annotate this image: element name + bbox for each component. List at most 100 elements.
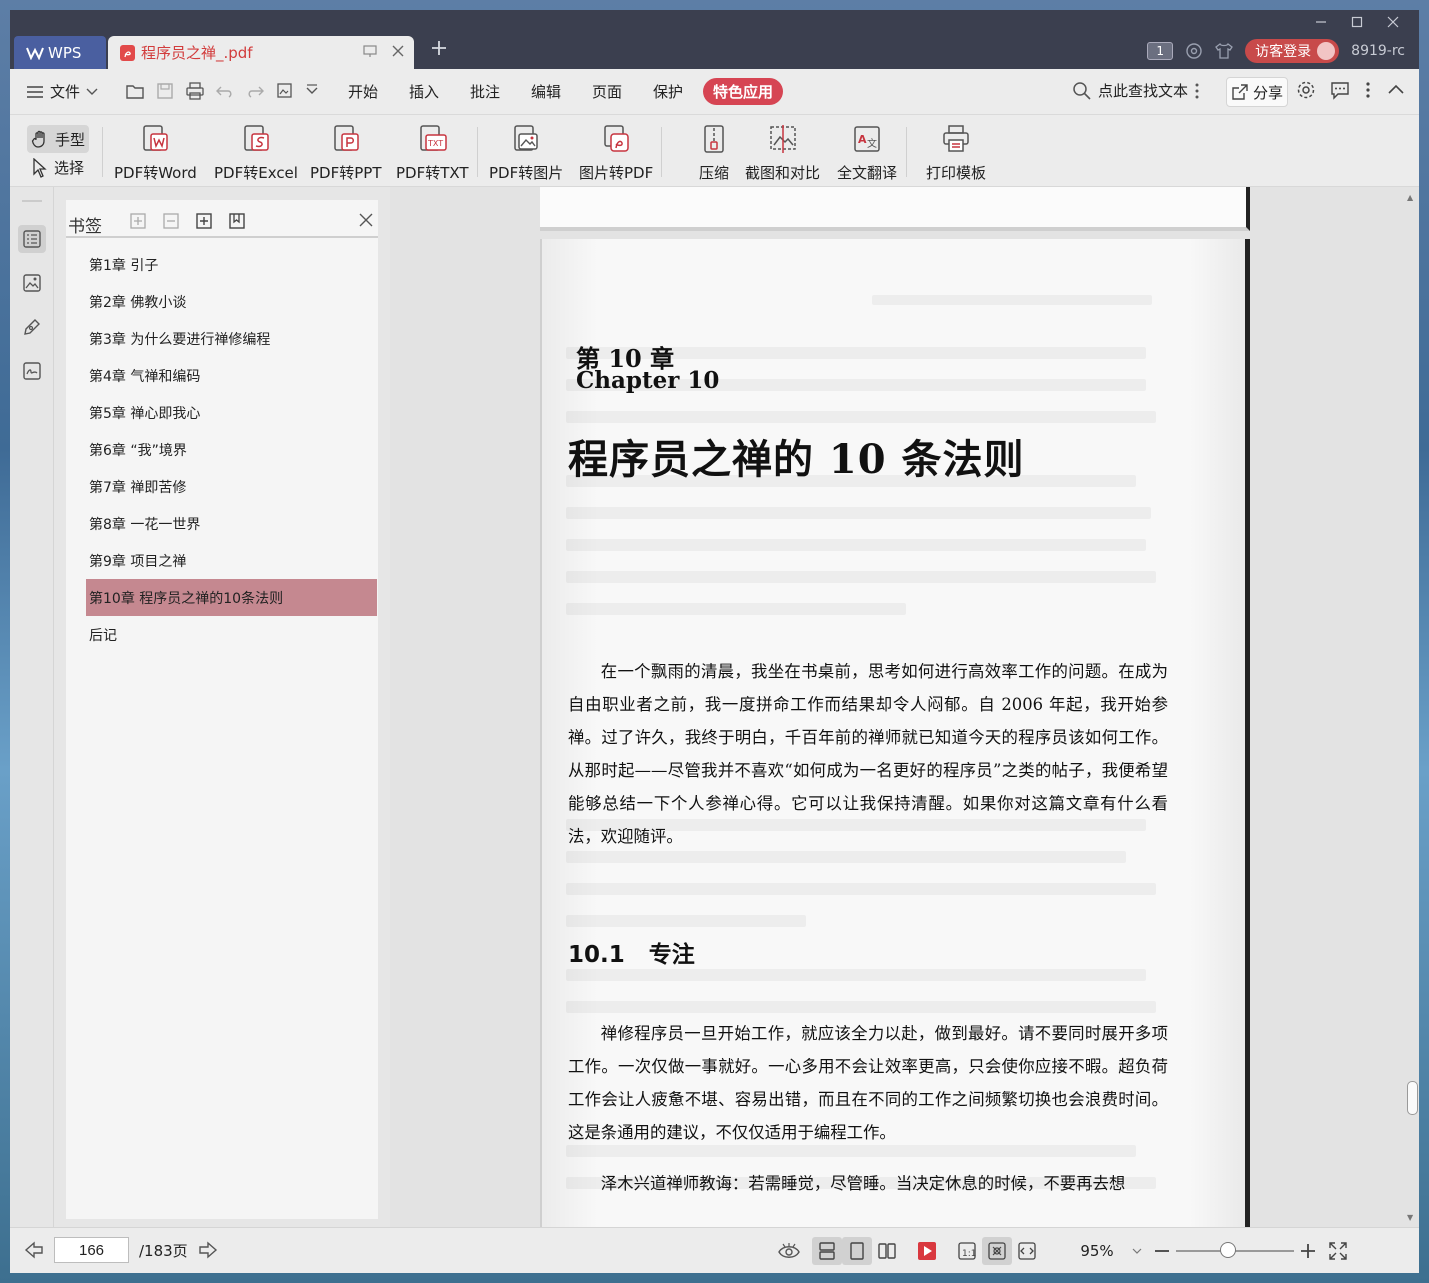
zoom-dropdown-icon[interactable] (1132, 1247, 1142, 1255)
document-tab[interactable]: 程序员之禅_.pdf (108, 36, 414, 69)
close-window-icon[interactable] (1375, 10, 1411, 34)
save-icon[interactable] (155, 81, 175, 101)
bookmark-icon[interactable] (227, 211, 247, 231)
zoom-level[interactable]: 95% (1062, 1242, 1132, 1260)
bookmark-item-ch1[interactable]: 第1章 引子 (86, 246, 377, 283)
signature-panel-icon[interactable] (18, 357, 46, 385)
section-heading: 10.1 专注 (568, 935, 695, 969)
vertical-scrollbar[interactable]: ▲ ▼ (1405, 187, 1419, 1227)
bookmark-item-ch9[interactable]: 第9章 项目之禅 (86, 542, 377, 579)
redo-icon[interactable] (245, 81, 265, 101)
guest-login-button[interactable]: 访客登录 (1245, 39, 1340, 63)
open-folder-icon[interactable] (125, 81, 145, 101)
gear-icon[interactable] (1296, 80, 1316, 100)
bookmark-item-ch3[interactable]: 第3章 为什么要进行禅修编程 (86, 320, 377, 357)
screenshot-compare-button[interactable]: 截图和对比 (745, 123, 820, 183)
pdf-to-ppt-label: PDF转PPT (310, 164, 382, 182)
next-page-arrow-icon[interactable] (198, 1241, 218, 1259)
more-vertical-icon[interactable] (1364, 80, 1372, 100)
zoom-slider[interactable] (1176, 1241, 1294, 1261)
menu-start[interactable]: 开始 (348, 81, 378, 102)
current-page-input[interactable] (54, 1237, 129, 1263)
bookmark-panel-icon[interactable] (18, 225, 46, 253)
hand-icon (31, 129, 51, 149)
cloud-sync-icon[interactable] (1185, 42, 1203, 60)
prev-page-arrow-icon[interactable] (24, 1241, 44, 1259)
bookmark-item-ch5[interactable]: 第5章 禅心即我心 (86, 394, 377, 431)
find-text-box[interactable]: 点此查找文本 (1072, 80, 1200, 101)
bookmark-item-ch8[interactable]: 第8章 一花一世界 (86, 505, 377, 542)
zoom-out-icon[interactable] (1154, 1243, 1170, 1259)
bookmark-item-ch4[interactable]: 第4章 气禅和编码 (86, 357, 377, 394)
maximize-icon[interactable] (1339, 10, 1375, 34)
menu-protect[interactable]: 保护 (653, 81, 683, 102)
screenshot-compare-label: 截图和对比 (745, 164, 821, 182)
menu-edit[interactable]: 编辑 (531, 81, 561, 102)
fit-width-icon[interactable] (1012, 1237, 1042, 1265)
comment-icon[interactable] (1330, 80, 1350, 100)
undo-icon[interactable] (215, 81, 235, 101)
select-tool-button[interactable]: 选择 (32, 157, 84, 178)
previous-page-edge (540, 187, 1250, 231)
compress-button[interactable]: 压缩 (698, 123, 730, 183)
image-to-pdf-button[interactable]: 图片转PDF (579, 123, 653, 183)
collapse-all-icon[interactable] (161, 211, 181, 231)
document-viewport[interactable]: 第 10 章 Chapter 10 程序员之禅的 10 条法则 在一个飘雨的清晨… (390, 187, 1419, 1234)
share-button[interactable]: 分享 (1226, 77, 1288, 107)
menu-page[interactable]: 页面 (592, 81, 622, 102)
pdf-to-image-button[interactable]: PDF转图片 (489, 123, 563, 183)
play-slideshow-icon[interactable] (912, 1237, 942, 1265)
avatar (1317, 42, 1336, 60)
pdf-to-excel-button[interactable]: PDF转Excel (214, 123, 298, 183)
close-panel-icon[interactable] (358, 212, 374, 228)
new-tab-icon[interactable] (430, 39, 448, 57)
scroll-down-arrow-icon[interactable]: ▼ (1407, 1213, 1413, 1222)
export-image-icon[interactable] (275, 81, 295, 101)
scrollbar-thumb[interactable] (1407, 1081, 1418, 1115)
wps-home-tab[interactable]: WPS (14, 36, 106, 69)
collapse-ribbon-icon[interactable] (1386, 80, 1406, 100)
expand-all-icon[interactable] (128, 211, 148, 231)
full-translate-button[interactable]: A文 全文翻译 (837, 123, 897, 183)
bookmark-item-ch7[interactable]: 第7章 禅即苦修 (86, 468, 377, 505)
search-options-icon[interactable] (1194, 82, 1200, 100)
two-page-icon[interactable] (872, 1237, 902, 1265)
menu-insert[interactable]: 插入 (409, 81, 439, 102)
wps-tab-label: WPS (48, 43, 82, 62)
minimize-icon[interactable] (1303, 10, 1339, 34)
add-bookmark-icon[interactable] (194, 211, 214, 231)
thumbnail-panel-icon[interactable] (18, 269, 46, 297)
menu-annotate[interactable]: 批注 (470, 81, 500, 102)
print-icon[interactable] (185, 81, 205, 101)
pin-tab-icon[interactable] (362, 43, 378, 59)
pdf-to-image-icon (510, 123, 542, 155)
bookmark-item-afterword[interactable]: 后记 (86, 616, 377, 653)
bookmark-item-ch10[interactable]: 第10章 程序员之禅的10条法则 (86, 579, 377, 616)
skin-shirt-icon[interactable] (1215, 42, 1234, 60)
close-tab-icon[interactable] (390, 43, 406, 59)
fullscreen-icon[interactable] (1328, 1241, 1348, 1261)
actual-size-icon[interactable]: 1:1 (952, 1237, 982, 1265)
pdf-to-word-button[interactable]: PDF转Word (114, 123, 197, 183)
window-count-badge[interactable]: 1 (1147, 42, 1174, 60)
continuous-scroll-icon[interactable] (812, 1237, 842, 1265)
scroll-up-arrow-icon[interactable]: ▲ (1407, 193, 1413, 202)
zoom-slider-knob[interactable] (1220, 1242, 1236, 1258)
find-text-label: 点此查找文本 (1098, 82, 1189, 100)
single-page-icon[interactable] (842, 1237, 872, 1265)
zoom-in-icon[interactable] (1300, 1243, 1316, 1259)
translate-icon: A文 (851, 123, 883, 155)
file-menu[interactable]: 文件 (26, 81, 98, 102)
pdf-to-txt-button[interactable]: TXT PDF转TXT (396, 123, 469, 183)
bookmark-item-ch2[interactable]: 第2章 佛教小谈 (86, 283, 377, 320)
more-quick-chevron-icon[interactable] (305, 81, 319, 101)
print-template-button[interactable]: 打印模板 (926, 123, 986, 183)
pdf-to-ppt-button[interactable]: PDF转PPT (310, 123, 381, 183)
menu-special-apps[interactable]: 特色应用 (703, 78, 784, 105)
hand-tool-button[interactable]: 手型 (27, 125, 89, 153)
pdf-to-excel-icon (240, 123, 272, 155)
annotation-panel-icon[interactable] (18, 313, 46, 341)
fit-page-icon[interactable] (982, 1237, 1012, 1265)
eye-protection-icon[interactable] (774, 1237, 804, 1265)
bookmark-item-ch6[interactable]: 第6章 “我”境界 (86, 431, 377, 468)
